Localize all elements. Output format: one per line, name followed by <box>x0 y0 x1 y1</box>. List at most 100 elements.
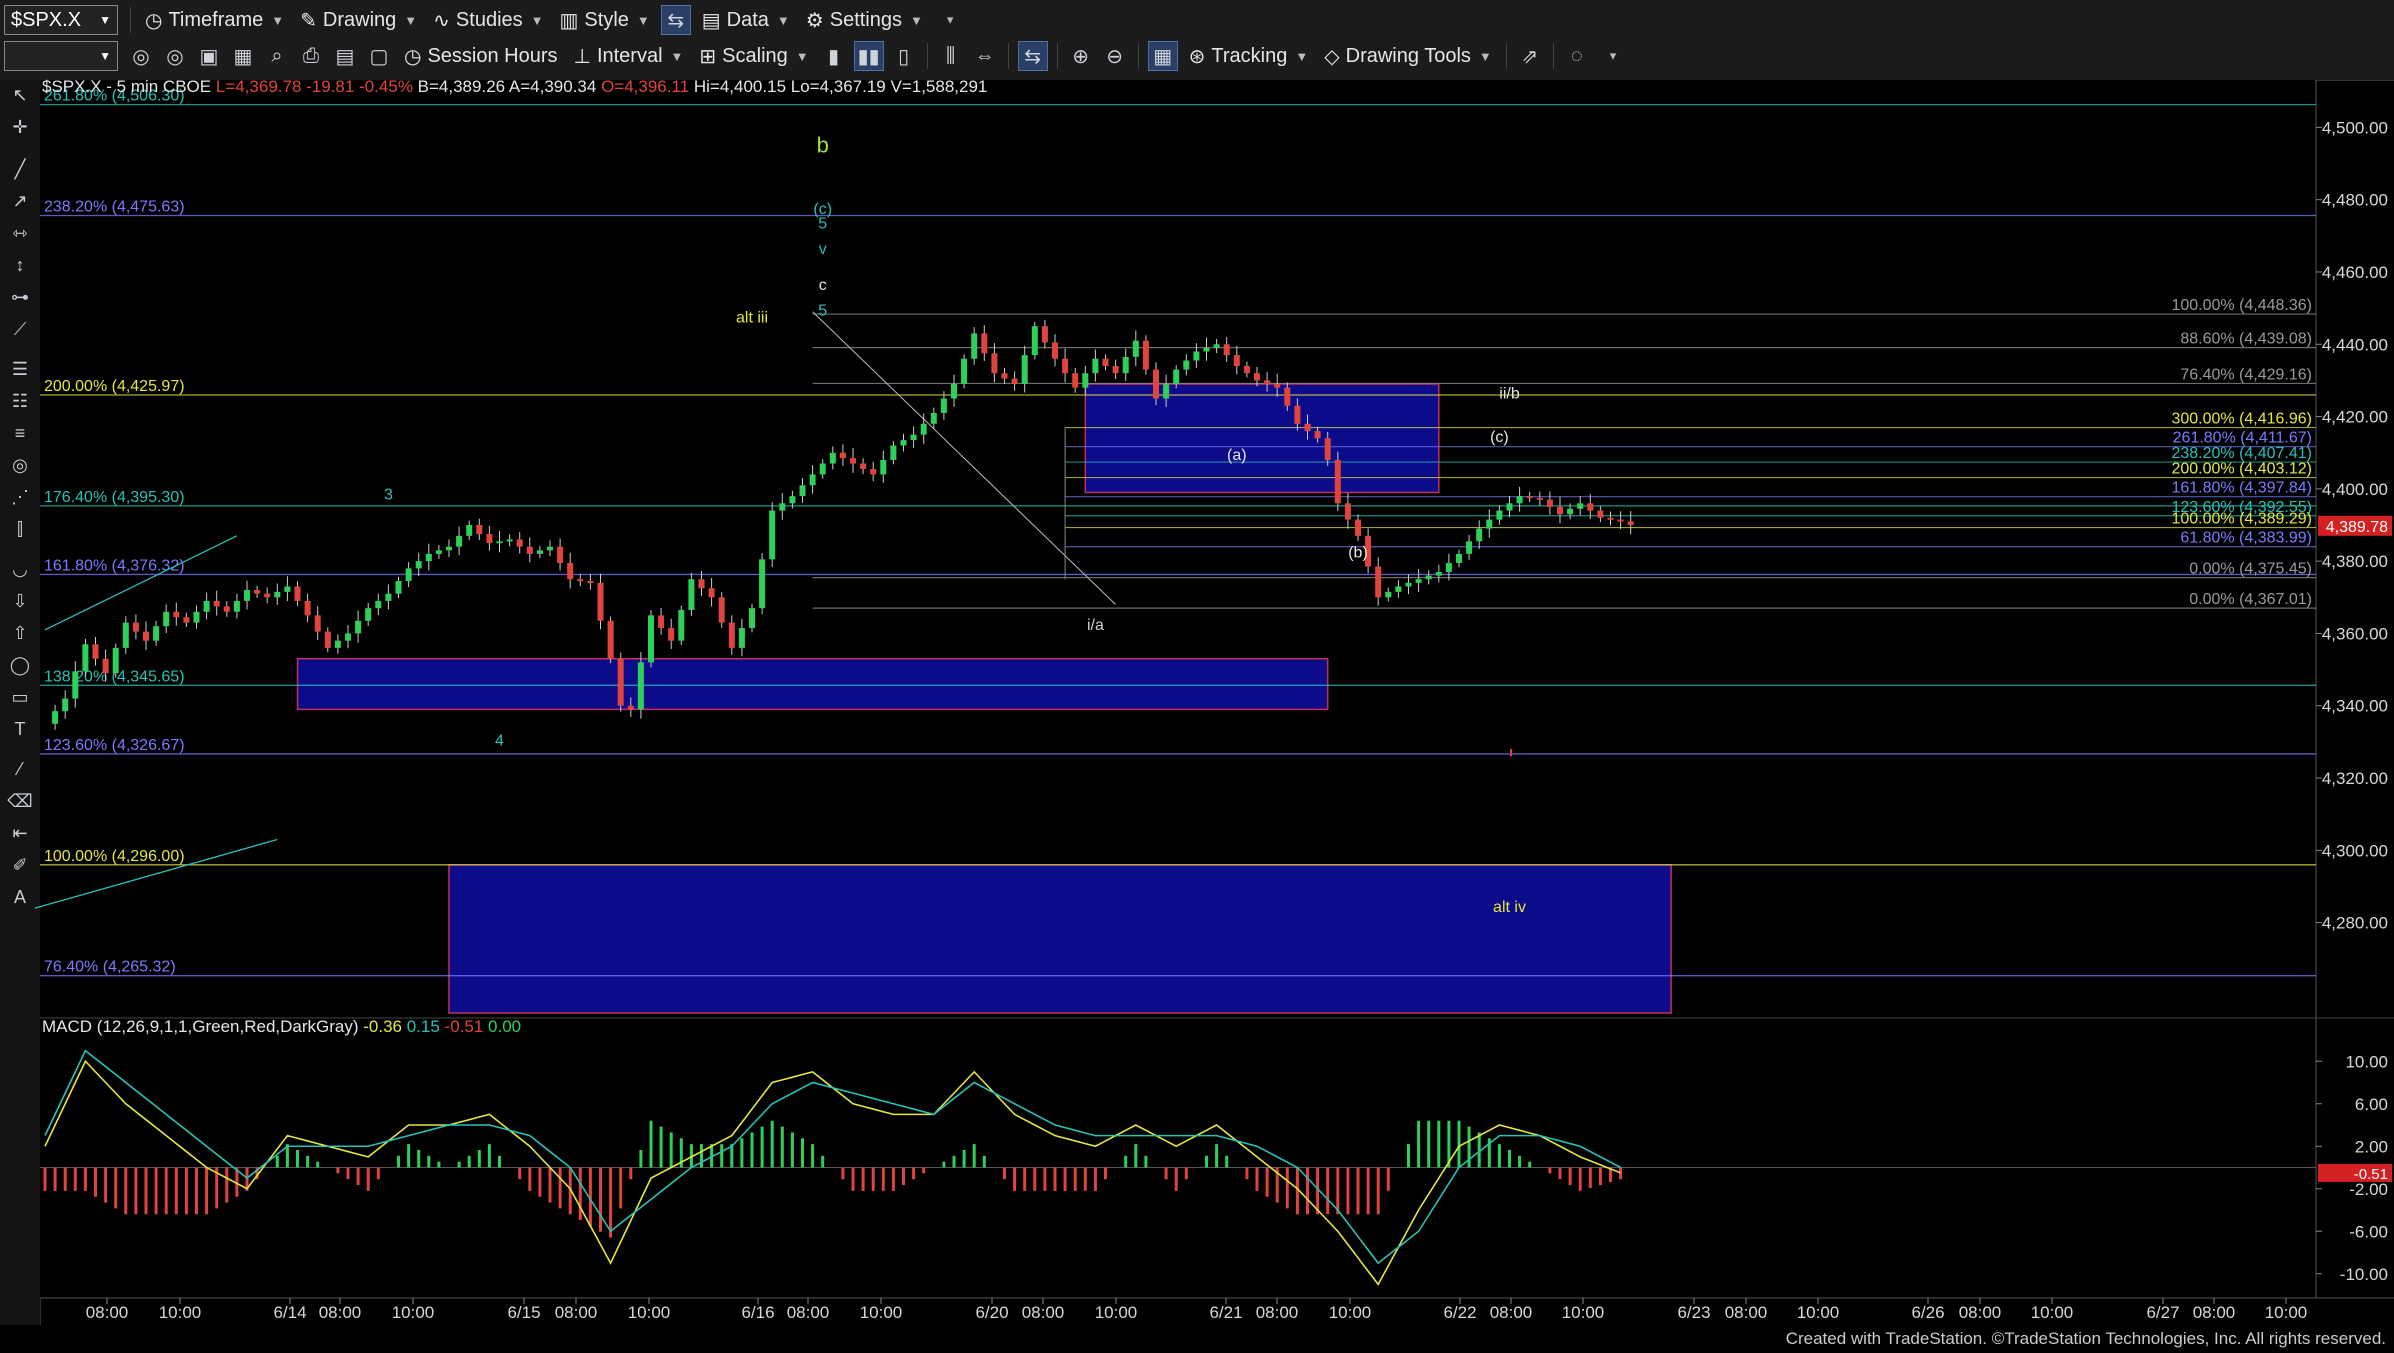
candle-body <box>1102 358 1109 366</box>
y-tick-label: 4,380.00 <box>2322 552 2388 571</box>
y-tick-label: 4,320.00 <box>2322 769 2388 788</box>
candle-body <box>1536 497 1543 500</box>
y-tick-label: 4,440.00 <box>2322 335 2388 354</box>
macd-badge-label: -0.51 <box>2354 1166 2388 1183</box>
candle-body <box>789 496 796 504</box>
wave-label: 3 <box>384 487 393 504</box>
x-tick-label: 08:00 <box>1256 1303 1299 1322</box>
x-tick-label: 08:00 <box>2193 1303 2236 1322</box>
candle-body <box>1617 519 1624 522</box>
candle-body <box>526 546 533 554</box>
header-value: Hi=4,400.15 <box>689 77 786 96</box>
y-tick-label: 4,500.00 <box>2322 118 2388 137</box>
candle-body <box>1233 355 1240 366</box>
candle-body <box>496 541 503 544</box>
candle-body <box>92 644 99 659</box>
x-tick-label: 10:00 <box>1095 1303 1138 1322</box>
candle-body <box>738 628 745 648</box>
chart-canvas[interactable]: 261.80% (4,506.30)238.20% (4,475.63)200.… <box>0 0 2394 1353</box>
x-tick-label: 6/14 <box>273 1303 306 1322</box>
x-tick-label: 08:00 <box>319 1303 362 1322</box>
zone-box <box>296 658 1329 711</box>
x-tick-label: 10:00 <box>1562 1303 1605 1322</box>
candle-body <box>1021 355 1028 385</box>
candle-body <box>1274 384 1281 388</box>
candle-body <box>1173 369 1180 385</box>
candle-body <box>536 550 543 554</box>
symbol-header: $SPX.X - 5 min CBOE L=4,369.78 -19.81 -0… <box>42 77 987 96</box>
candle-body <box>203 600 210 612</box>
candle-body <box>274 591 281 598</box>
wave-label: b <box>817 133 829 158</box>
candle-body <box>1031 326 1038 356</box>
candle-body <box>1284 387 1291 406</box>
candle-body <box>1557 506 1563 515</box>
x-tick-label: 10:00 <box>1797 1303 1840 1322</box>
wave-label: ii/b <box>1499 385 1520 402</box>
candle-body <box>940 398 947 413</box>
candle-body <box>284 586 291 592</box>
fib-level-label: 300.00% (4,416.96) <box>2171 411 2312 428</box>
fib-level-label: 100.00% (4,448.36) <box>2171 297 2312 314</box>
x-tick-label: 10:00 <box>159 1303 202 1322</box>
wave-label: (a) <box>1227 447 1247 464</box>
x-tick-label: 08:00 <box>1725 1303 1768 1322</box>
macd-value: -0.36 <box>359 1017 402 1036</box>
candle-body <box>1395 586 1402 592</box>
fib-level-label: 100.00% (4,296.00) <box>44 848 185 865</box>
macd-header: MACD (12,26,9,1,1,Green,Red,DarkGray) -0… <box>42 1017 521 1036</box>
candle-body <box>870 468 877 475</box>
candle-body <box>698 579 705 589</box>
candle-body <box>860 463 867 469</box>
candle-body <box>1526 496 1533 499</box>
candle-body <box>749 608 755 629</box>
candle-body <box>173 611 180 618</box>
y-tick-label: 4,420.00 <box>2322 408 2388 427</box>
y-tick-label: 4,340.00 <box>2322 697 2388 716</box>
candle-body <box>1072 373 1079 388</box>
candle-body <box>1193 351 1200 361</box>
macd-value: 0.15 <box>402 1017 440 1036</box>
candle-body <box>1122 356 1129 374</box>
candle-body <box>365 608 372 621</box>
x-tick-label: 6/23 <box>1677 1303 1710 1322</box>
candle-body <box>1577 503 1584 509</box>
candle-body <box>355 620 362 634</box>
candle-body <box>1183 360 1190 370</box>
candle-body <box>425 553 432 562</box>
candle-body <box>233 600 240 612</box>
candle-body <box>587 581 594 584</box>
fib-level-label: 76.40% (4,265.32) <box>44 959 176 976</box>
candle-body <box>1334 459 1341 504</box>
wave-label: 5 <box>818 302 827 319</box>
x-tick-label: 08:00 <box>787 1303 830 1322</box>
candle-body <box>1112 365 1119 374</box>
candle-body <box>880 459 887 475</box>
candle-body <box>466 525 473 536</box>
header-value: $SPX.X - 5 min CBOE <box>42 77 211 96</box>
fib-level-label: 161.80% (4,397.84) <box>2171 480 2312 497</box>
candle-body <box>1254 373 1260 381</box>
wave-label: v <box>819 241 827 258</box>
candle-body <box>1466 541 1473 554</box>
candle-body <box>728 622 735 648</box>
candle-body <box>1132 340 1139 357</box>
candle-body <box>254 590 261 594</box>
candle-body <box>1092 358 1099 374</box>
wave-label: alt iv <box>1493 899 1526 916</box>
fib-level-label: 76.40% (4,429.16) <box>2180 366 2312 383</box>
candle-body <box>1314 431 1321 439</box>
y-tick-label: 4,300.00 <box>2322 841 2388 860</box>
zone-box <box>1084 383 1440 494</box>
wave-label: (c) <box>1490 429 1509 446</box>
zone-box <box>448 864 1672 1014</box>
candle-body <box>920 423 927 435</box>
header-value: -19.81 <box>301 77 354 96</box>
candle-body <box>1597 510 1604 518</box>
candle-body <box>52 711 59 724</box>
candle-body <box>819 463 826 475</box>
candle-body <box>304 600 311 616</box>
fib-level-label: 61.80% (4,383.99) <box>2180 530 2312 547</box>
macd-value: 0.00 <box>483 1017 521 1036</box>
macd-y-tick-label: 6.00 <box>2355 1095 2388 1114</box>
